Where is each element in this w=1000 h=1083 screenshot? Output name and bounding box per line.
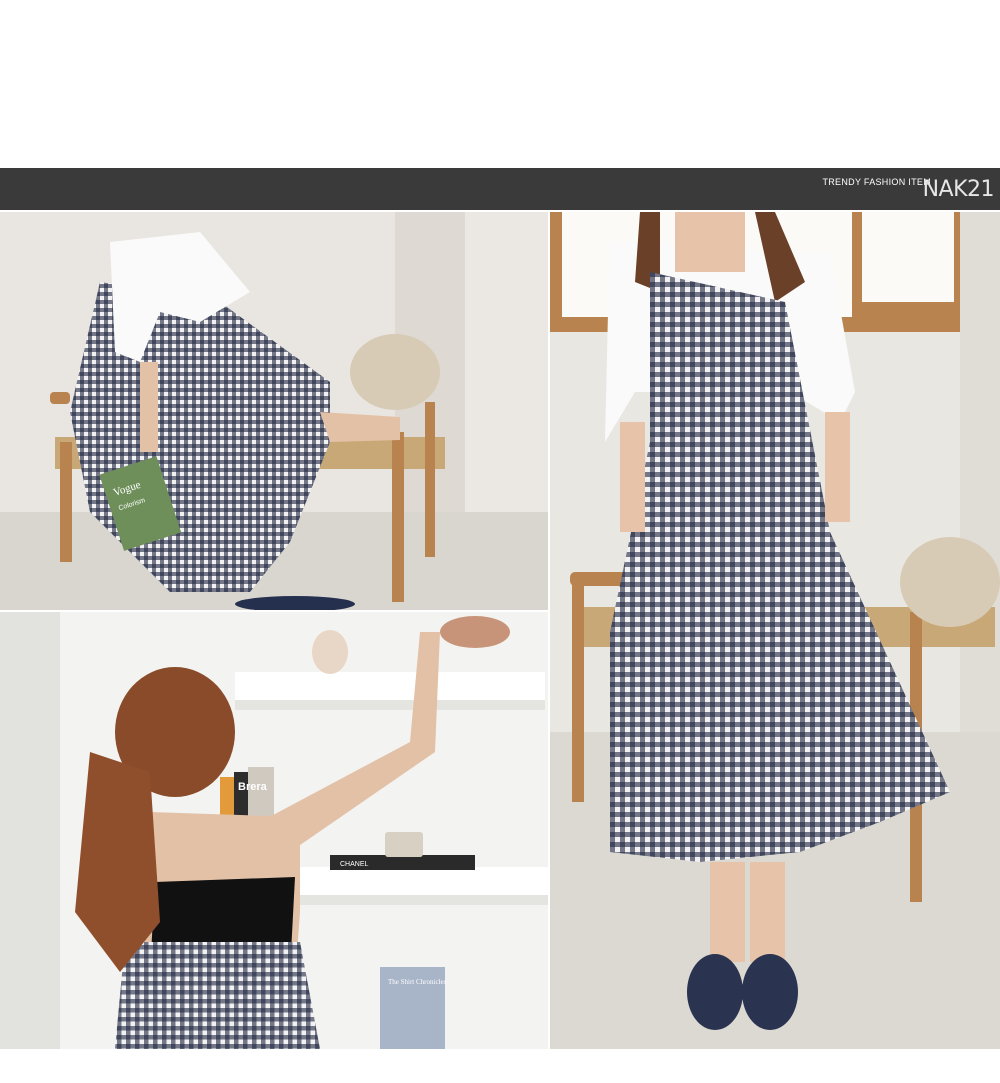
banner-tagline: TRENDY FASHION ITEM: [822, 177, 931, 187]
photo-standing-model: [550, 212, 1000, 1049]
magazine-title: The Shirt Chronicles: [388, 978, 447, 986]
brand-logo: NAK21: [922, 177, 995, 202]
book-spine-label: Brera: [238, 781, 268, 793]
photo-seated-model: Vogue Colorism: [0, 212, 548, 610]
top-banner: TRENDY FASHION ITEM NAK21: [0, 168, 1000, 210]
photo-back-view: Brera CHANEL The Shirt Chronicles: [0, 612, 548, 1049]
tray-label: CHANEL: [340, 861, 369, 868]
